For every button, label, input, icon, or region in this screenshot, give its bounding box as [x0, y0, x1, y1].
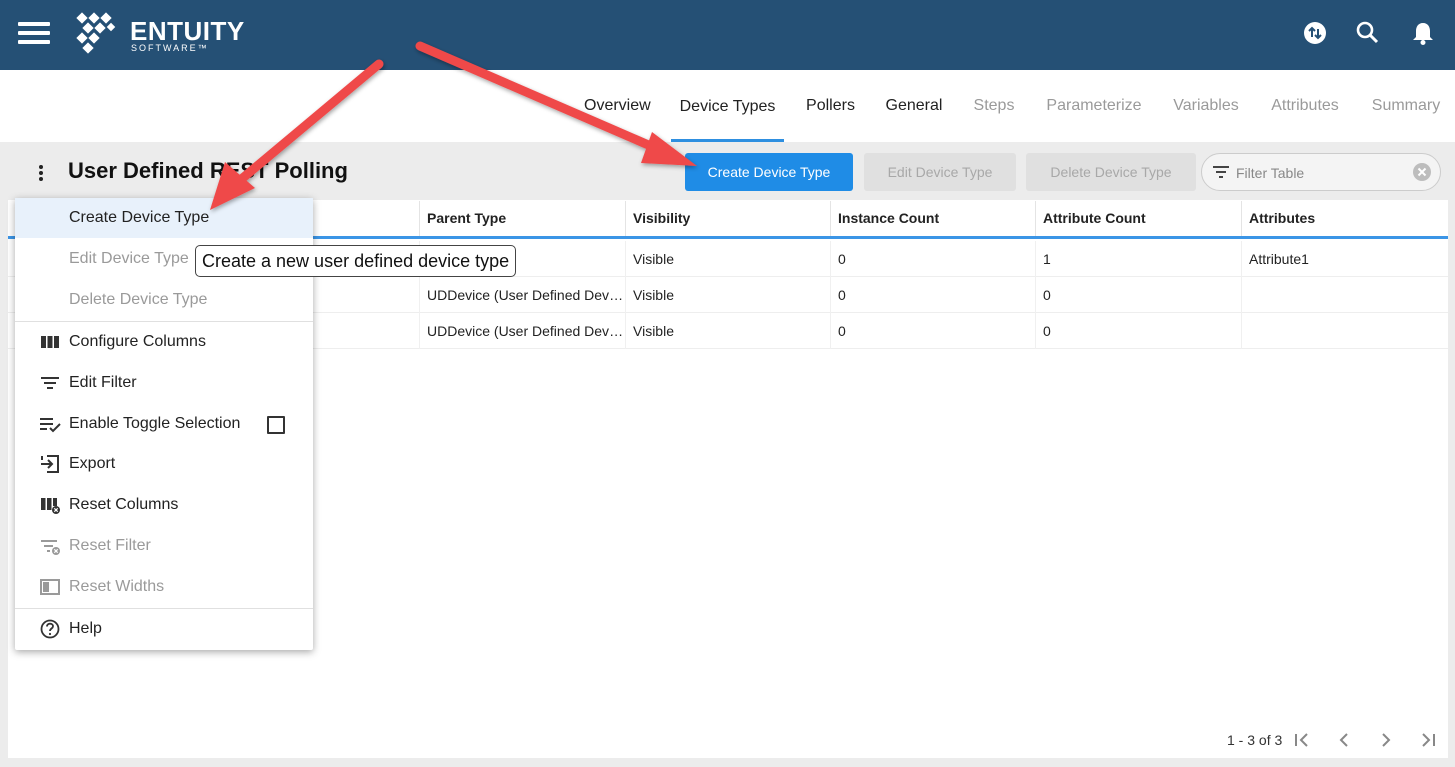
tab-parameterize: Parameterize — [1046, 97, 1142, 114]
reset-widths-icon — [40, 579, 60, 595]
cell-attribute-count: 0 — [1035, 277, 1241, 313]
cell-attributes — [1241, 313, 1448, 349]
menu-item-label: Enable Toggle Selection — [69, 415, 241, 432]
menu-item-help[interactable]: Help — [15, 609, 313, 649]
toggle-selection-checkbox[interactable] — [267, 416, 285, 434]
menu-item-reset-columns[interactable]: Reset Columns — [15, 485, 313, 525]
more-options-icon[interactable] — [32, 163, 50, 183]
menu-item-label: Edit Filter — [69, 374, 137, 391]
tooltip: Create a new user defined device type — [195, 245, 517, 277]
menu-item-delete-device-type[interactable]: Delete Device Type — [15, 280, 313, 320]
cell-visibility: Visible — [625, 313, 831, 349]
brand-subtitle: SOFTWARE™ — [131, 43, 209, 53]
last-page-icon[interactable] — [1418, 730, 1438, 750]
tab-general[interactable]: General — [884, 70, 944, 142]
list-check-icon — [40, 418, 61, 433]
tab-steps: Steps — [973, 97, 1015, 114]
menu-item-label: Reset Widths — [69, 578, 165, 595]
first-page-icon[interactable] — [1292, 730, 1312, 750]
cell-attribute-count: 0 — [1035, 313, 1241, 349]
tab-device-types[interactable]: Device Types — [671, 70, 784, 142]
previous-page-icon[interactable] — [1334, 730, 1354, 750]
menu-icon[interactable] — [18, 22, 50, 44]
menu-item-label: Help — [69, 620, 102, 637]
menu-item-enable-toggle-selection[interactable]: Enable Toggle Selection — [15, 404, 313, 444]
cell-parent-type: UDDevice (User Defined Devi… — [419, 277, 625, 313]
cell-instance-count: 0 — [830, 241, 1036, 277]
sync-icon[interactable] — [1302, 20, 1328, 46]
menu-item-reset-filter[interactable]: Reset Filter — [15, 526, 313, 566]
top-bar: ENTUITY SOFTWARE™ — [0, 0, 1455, 70]
filter-icon — [41, 377, 59, 389]
cell-attribute-count: 1 — [1035, 241, 1241, 277]
cell-instance-count: 0 — [830, 277, 1036, 313]
menu-item-edit-filter[interactable]: Edit Filter — [15, 363, 313, 403]
wizard-steps: Overview Device Types Pollers General St… — [0, 70, 1455, 142]
create-device-type-button[interactable]: Create Device Type — [685, 153, 853, 191]
column-header-parent-type[interactable]: Parent Type — [419, 201, 625, 236]
tab-attributes: Attributes — [1271, 97, 1339, 114]
menu-item-label: Delete Device Type — [69, 291, 208, 308]
columns-icon — [41, 336, 59, 348]
column-header-attributes[interactable]: Attributes — [1241, 201, 1448, 236]
tab-overview[interactable]: Overview — [584, 70, 651, 142]
edit-device-type-button[interactable]: Edit Device Type — [864, 153, 1016, 191]
tab-pollers[interactable]: Pollers — [804, 70, 857, 142]
column-header-attribute-count[interactable]: Attribute Count — [1035, 201, 1241, 236]
menu-item-create-device-type[interactable]: Create Device Type — [15, 198, 313, 238]
filter-input[interactable] — [1236, 163, 1406, 183]
column-header-instance-count[interactable]: Instance Count — [830, 201, 1036, 236]
delete-device-type-button[interactable]: Delete Device Type — [1026, 153, 1196, 191]
entuity-logo-icon — [76, 12, 116, 54]
cell-attributes — [1241, 277, 1448, 313]
menu-item-label: Edit Device Type — [69, 250, 189, 267]
column-header-visibility[interactable]: Visibility — [625, 201, 831, 236]
menu-item-reset-widths[interactable]: Reset Widths — [15, 567, 313, 607]
tab-summary: Summary — [1371, 97, 1441, 114]
reset-columns-icon — [41, 498, 60, 514]
menu-item-label: Configure Columns — [69, 333, 206, 350]
search-icon[interactable] — [1355, 20, 1381, 46]
cell-instance-count: 0 — [830, 313, 1036, 349]
bell-icon[interactable] — [1410, 20, 1436, 46]
next-page-icon[interactable] — [1376, 730, 1396, 750]
clear-filter-icon[interactable] — [1412, 162, 1432, 182]
cell-visibility: Visible — [625, 241, 831, 277]
menu-item-label: Create Device Type — [69, 209, 210, 226]
cell-parent-type: UDDevice (User Defined Devi… — [419, 313, 625, 349]
menu-item-label: Reset Columns — [69, 496, 179, 513]
menu-item-configure-columns[interactable]: Configure Columns — [15, 322, 313, 362]
reset-filter-icon — [41, 540, 60, 555]
page-title: User Defined REST Polling — [68, 158, 348, 183]
help-icon — [40, 619, 60, 639]
menu-item-label: Reset Filter — [69, 537, 151, 554]
pagination-range: 1 - 3 of 3 — [1227, 732, 1283, 748]
cell-attributes: Attribute1 — [1241, 241, 1448, 277]
menu-item-export[interactable]: Export — [15, 444, 313, 484]
filter-table — [1201, 153, 1441, 191]
filter-icon — [1213, 166, 1229, 178]
export-icon — [41, 455, 59, 473]
cell-visibility: Visible — [625, 277, 831, 313]
tab-variables: Variables — [1173, 97, 1239, 114]
menu-item-label: Export — [69, 455, 116, 472]
